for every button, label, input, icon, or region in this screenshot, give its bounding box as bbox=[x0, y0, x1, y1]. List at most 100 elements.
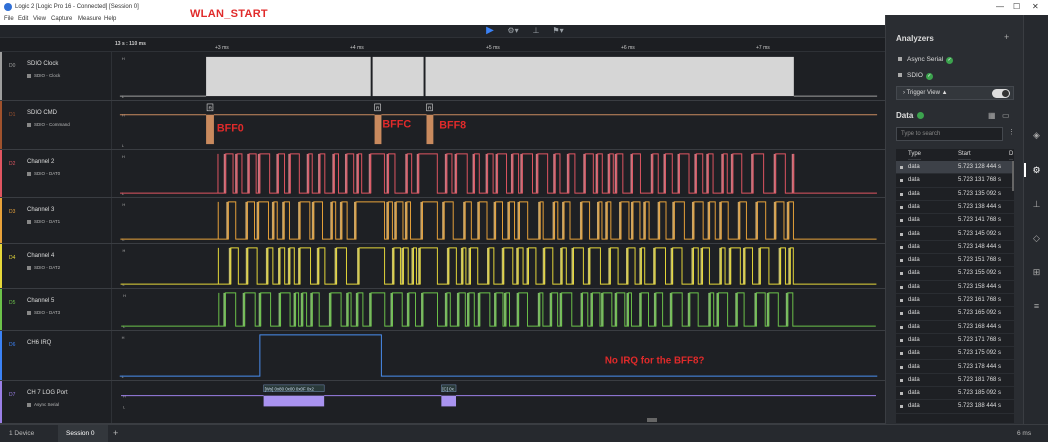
serial-decode-label: [Ws] 0x80 0x00 0x0F 0x2 bbox=[265, 386, 315, 391]
column-type[interactable]: Type bbox=[908, 149, 922, 160]
channel-color-bar bbox=[0, 289, 2, 330]
channel-color-bar bbox=[0, 52, 2, 100]
layers-icon[interactable]: ◈ bbox=[1031, 130, 1042, 141]
row-marker bbox=[900, 325, 903, 329]
dat0-waveform[interactable]: H L bbox=[112, 150, 885, 197]
clock-waveform[interactable]: H L bbox=[112, 52, 885, 100]
channel-number: D6 bbox=[9, 342, 16, 348]
table-row[interactable]: data 5.723 185 092 s bbox=[896, 387, 1014, 401]
channel-analyzer: SDIO - Clock bbox=[27, 73, 60, 78]
table-row[interactable]: data 5.723 165 092 s bbox=[896, 307, 1014, 321]
table-row[interactable]: data 5.723 131 768 s bbox=[896, 174, 1014, 188]
channel-label[interactable]: D4 Channel 4 SDIO - DAT2 bbox=[0, 244, 112, 288]
high-level-mark: H bbox=[122, 56, 125, 61]
row-start: 5.723 138 444 s bbox=[958, 203, 1002, 210]
channel-label[interactable]: D5 Channel 5 SDIO - DAT3 bbox=[0, 289, 112, 330]
play-icon[interactable]: ▶ bbox=[484, 25, 496, 36]
menu-capture[interactable]: Capture bbox=[51, 16, 72, 22]
extension-icon[interactable]: ⊞ bbox=[1031, 267, 1042, 278]
trigger-toggle[interactable] bbox=[992, 89, 1010, 98]
grid-icon[interactable]: ▦ bbox=[988, 111, 996, 120]
table-row[interactable]: data 5.723 181 768 s bbox=[896, 374, 1014, 388]
serial-waveform[interactable]: H L [Ws] 0x80 0x00 0x0F 0x2 [C] 0x bbox=[112, 381, 885, 423]
row-start: 5.723 131 768 s bbox=[958, 177, 1002, 184]
row-type: data bbox=[908, 403, 920, 410]
zoom-level[interactable]: 6 ms bbox=[1017, 430, 1031, 437]
table-row[interactable]: data 5.723 171 768 s bbox=[896, 334, 1014, 348]
dat3-waveform[interactable]: H L bbox=[112, 289, 885, 330]
channel-label[interactable]: D6 CH6 IRQ bbox=[0, 331, 112, 380]
channel-analyzer: SDIO - DAT1 bbox=[27, 219, 60, 224]
minimize-button[interactable]: — bbox=[996, 2, 1004, 11]
search-input[interactable]: Type to search bbox=[896, 127, 1003, 141]
table-row[interactable]: data 5.723 138 444 s bbox=[896, 201, 1014, 215]
row-start: 5.723 151 768 s bbox=[958, 257, 1002, 264]
table-row[interactable]: data 5.723 178 444 s bbox=[896, 361, 1014, 374]
row-type: data bbox=[908, 270, 920, 277]
notes-icon[interactable]: ▭ bbox=[1002, 111, 1010, 120]
dat2-waveform[interactable]: H L bbox=[112, 244, 885, 288]
row-type: data bbox=[908, 230, 920, 237]
cmd-waveform[interactable]: H L R R R BFF0 BFFC BFF8 bbox=[112, 101, 885, 149]
app-logo-icon bbox=[4, 3, 12, 11]
maximize-button[interactable]: ☐ bbox=[1013, 2, 1020, 11]
row-start: 5.723 141 768 s bbox=[958, 217, 1002, 224]
analyzer-async-serial[interactable]: Async Serial ✓ bbox=[898, 56, 954, 64]
table-row[interactable]: data 5.723 168 444 s bbox=[896, 321, 1014, 334]
channel-row-d6: D6 CH6 IRQ H L No IRQ for the BFF8? bbox=[0, 331, 885, 381]
menu-edit[interactable]: Edit bbox=[18, 16, 28, 22]
column-duration[interactable]: D bbox=[1009, 149, 1014, 160]
channel-label[interactable]: D7 CH 7 LOG Port Async Serial bbox=[0, 381, 112, 423]
row-start: 5.723 171 768 s bbox=[958, 336, 1002, 343]
table-row[interactable]: data 5.723 188 444 s bbox=[896, 400, 1014, 414]
channel-label[interactable]: D3 Channel 3 SDIO - DAT1 bbox=[0, 198, 112, 243]
table-row[interactable]: data 5.723 141 768 s bbox=[896, 214, 1014, 228]
more-options-icon[interactable]: ⋮ bbox=[1008, 128, 1015, 136]
measure-icon[interactable]: ⊥ bbox=[530, 26, 542, 37]
table-row[interactable]: data 5.723 148 444 s bbox=[896, 241, 1014, 255]
column-start[interactable]: Start bbox=[958, 149, 971, 160]
close-button[interactable]: ✕ bbox=[1032, 2, 1039, 11]
channel-label[interactable]: D1 SDIO CMD SDIO - Command bbox=[0, 101, 112, 149]
menu-file[interactable]: File bbox=[4, 16, 14, 22]
table-row[interactable]: data 5.723 145 092 s bbox=[896, 228, 1014, 241]
irq-waveform[interactable]: H L No IRQ for the BFF8? bbox=[112, 331, 885, 380]
analyzer-sdio[interactable]: SDIO ✓ bbox=[898, 72, 933, 80]
device-indicator[interactable]: 1 Device bbox=[9, 430, 34, 437]
dat1-waveform[interactable]: H L bbox=[112, 198, 885, 243]
channel-name: CH6 IRQ bbox=[27, 340, 52, 346]
table-row[interactable]: data 5.723 161 768 s bbox=[896, 294, 1014, 308]
menu-measure[interactable]: Measure bbox=[78, 16, 101, 22]
high-level-mark: H bbox=[122, 335, 125, 340]
gear-icon[interactable]: ⚙▾ bbox=[505, 26, 521, 37]
horizontal-scrollbar[interactable] bbox=[112, 418, 885, 422]
menu-view[interactable]: View bbox=[33, 16, 46, 22]
trigger-view-toggle-row[interactable]: › Trigger View ▲ bbox=[896, 86, 1014, 100]
row-marker bbox=[900, 378, 903, 382]
scrollbar-thumb[interactable] bbox=[647, 418, 657, 422]
channel-label[interactable]: D2 Channel 2 SDIO - DAT0 bbox=[0, 150, 112, 197]
table-row[interactable]: data 5.723 128 444 s bbox=[896, 161, 1014, 175]
add-session-button[interactable]: + bbox=[113, 428, 118, 438]
table-row[interactable]: data 5.723 155 092 s bbox=[896, 267, 1014, 281]
bff0-annotation: BFF0 bbox=[217, 122, 244, 134]
table-row[interactable]: data 5.723 158 444 s bbox=[896, 281, 1014, 294]
wlan-start-annotation: WLAN_START bbox=[190, 8, 268, 20]
flag-icon[interactable]: ⚑▾ bbox=[550, 26, 566, 37]
table-row[interactable]: data 5.723 175 092 s bbox=[896, 347, 1014, 361]
menu-help[interactable]: Help bbox=[104, 16, 116, 22]
analyzer-icon[interactable]: ⚙ bbox=[1031, 165, 1042, 176]
window-title: Logic 2 [Logic Pro 16 - Connected] [Sess… bbox=[15, 4, 139, 10]
measure-icon[interactable]: ⊥ bbox=[1031, 199, 1042, 210]
channel-label[interactable]: D0 SDIO Clock SDIO - Clock bbox=[0, 52, 112, 100]
notes-icon[interactable]: ≡ bbox=[1031, 301, 1042, 312]
time-tick: +6 ms bbox=[621, 45, 635, 51]
session-tab[interactable]: Session 0 bbox=[58, 425, 108, 442]
low-level-mark: L bbox=[123, 404, 126, 409]
table-scrollbar[interactable] bbox=[1012, 161, 1014, 191]
marker-icon[interactable]: ◇ bbox=[1031, 233, 1042, 244]
table-row[interactable]: data 5.723 151 768 s bbox=[896, 254, 1014, 268]
add-analyzer-button[interactable]: + bbox=[1004, 32, 1009, 42]
table-row[interactable]: data 5.723 135 092 s bbox=[896, 188, 1014, 201]
row-marker bbox=[900, 365, 903, 369]
